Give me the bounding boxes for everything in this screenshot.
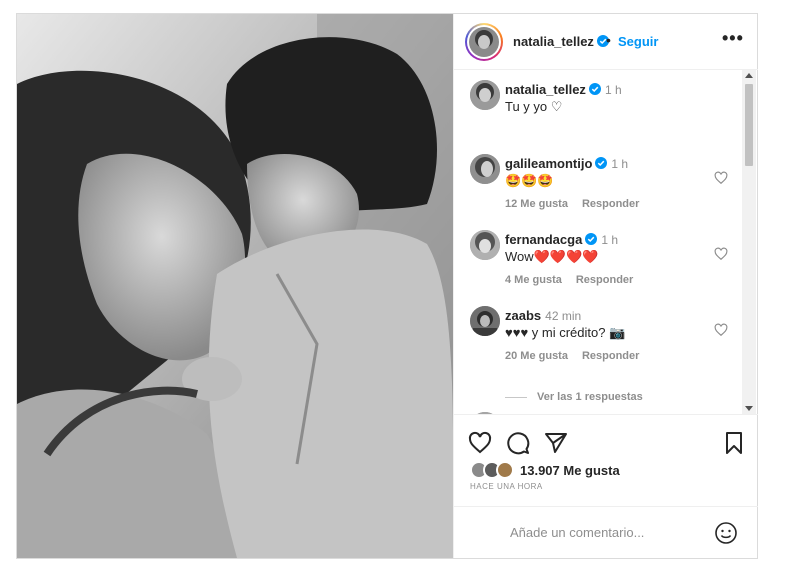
caption-time[interactable]: 1 h bbox=[605, 83, 622, 97]
avatar[interactable] bbox=[470, 306, 500, 336]
view-replies-button[interactable]: Ver las 1 respuestas bbox=[505, 391, 735, 403]
comments-list[interactable]: natalia_tellez 1 h Tu y yo ♡ galileamonti… bbox=[454, 70, 758, 414]
post-side-panel: natalia_tellez • Seguir ••• natalia_tell… bbox=[453, 14, 758, 558]
comment-composer: Añade un comentario... bbox=[454, 506, 758, 558]
share-icon[interactable] bbox=[544, 431, 568, 455]
post-header: natalia_tellez • Seguir ••• bbox=[454, 14, 758, 70]
emoji-icon[interactable] bbox=[714, 521, 738, 545]
more-options-icon[interactable]: ••• bbox=[722, 28, 744, 49]
comment-input[interactable]: Añade un comentario... bbox=[510, 525, 644, 540]
caption-text: Tu y yo ♡ bbox=[505, 99, 563, 114]
comment-username[interactable]: galileamontijo bbox=[505, 156, 592, 171]
heart-icon[interactable] bbox=[468, 431, 492, 455]
comment-text: 🤩🤩🤩 bbox=[505, 173, 554, 188]
comment-username[interactable]: zaabs bbox=[505, 308, 541, 323]
avatar[interactable] bbox=[470, 154, 500, 184]
comment-time[interactable]: 42 min bbox=[545, 309, 581, 323]
avatar[interactable] bbox=[470, 230, 500, 260]
comment-time[interactable]: 1 h bbox=[601, 233, 618, 247]
comment-text: ♥♥♥ y mi crédito? 📷 bbox=[505, 325, 626, 340]
separator-dot: • bbox=[606, 32, 611, 48]
comment-time[interactable]: 1 h bbox=[611, 157, 628, 171]
author-avatar bbox=[469, 27, 499, 57]
post-photo[interactable] bbox=[17, 14, 453, 558]
comment-likes[interactable]: 20 Me gusta bbox=[505, 350, 568, 362]
avatar[interactable] bbox=[470, 80, 500, 110]
post-container: natalia_tellez • Seguir ••• natalia_tell… bbox=[16, 13, 758, 559]
reply-button[interactable]: Responder bbox=[582, 350, 639, 362]
likes-count[interactable]: 13.907 Me gusta bbox=[520, 463, 620, 478]
comment-icon[interactable] bbox=[506, 431, 530, 455]
comment-likes[interactable]: 12 Me gusta bbox=[505, 198, 568, 210]
verified-icon bbox=[595, 157, 608, 169]
reply-button[interactable]: Responder bbox=[582, 198, 639, 210]
comment-likes[interactable]: 4 Me gusta bbox=[505, 274, 562, 286]
verified-icon bbox=[588, 83, 601, 95]
heart-icon[interactable] bbox=[714, 323, 728, 337]
replies-divider bbox=[505, 396, 527, 398]
follow-button[interactable]: Seguir bbox=[618, 34, 658, 49]
reply-button[interactable]: Responder bbox=[576, 274, 633, 286]
liker-avatar bbox=[496, 461, 514, 479]
caption-username[interactable]: natalia_tellez bbox=[505, 82, 586, 97]
bookmark-icon[interactable] bbox=[722, 431, 746, 455]
heart-icon[interactable] bbox=[714, 247, 728, 261]
view-replies-label[interactable]: Ver las 1 respuestas bbox=[537, 391, 643, 403]
author-avatar-ring[interactable] bbox=[465, 23, 503, 61]
comment-text: Wow❤️❤️❤️❤️ bbox=[505, 249, 599, 264]
comment-username[interactable]: fernandacga bbox=[505, 232, 582, 247]
scroll-up-icon[interactable] bbox=[745, 73, 753, 78]
scrollbar-thumb[interactable] bbox=[745, 84, 753, 166]
author-username[interactable]: natalia_tellez bbox=[513, 34, 609, 49]
scroll-down-icon[interactable] bbox=[745, 406, 753, 411]
post-actions bbox=[454, 414, 758, 455]
heart-icon[interactable] bbox=[714, 171, 728, 185]
verified-icon bbox=[585, 233, 598, 245]
author-username-text[interactable]: natalia_tellez bbox=[513, 34, 594, 49]
comments-scrollbar[interactable] bbox=[742, 70, 756, 414]
post-timestamp[interactable]: HACE UNA HORA bbox=[470, 482, 543, 491]
